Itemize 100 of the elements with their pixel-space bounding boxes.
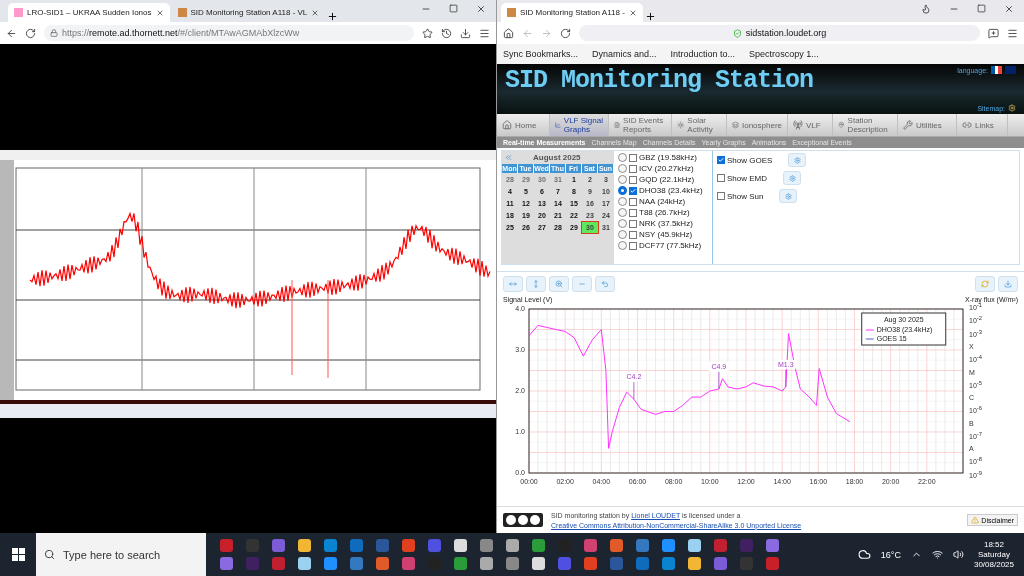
close-tab-icon[interactable] <box>155 8 164 17</box>
radio-button[interactable] <box>618 208 627 217</box>
app-icon[interactable] <box>584 557 597 570</box>
app-icon[interactable] <box>220 557 233 570</box>
app-icon[interactable] <box>714 539 727 552</box>
history-icon[interactable] <box>441 27 452 39</box>
taskbar-search-field[interactable]: Type here to search <box>36 533 206 576</box>
radio-button[interactable] <box>618 175 627 184</box>
app-icon[interactable] <box>766 539 779 552</box>
new-tab-icon[interactable] <box>327 11 339 22</box>
nav-tab[interactable]: SID Events Reports <box>609 114 672 136</box>
bookmark[interactable]: Sync Bookmarks... <box>503 49 579 59</box>
checkbox[interactable] <box>717 174 725 182</box>
refresh-button[interactable] <box>975 276 995 292</box>
gear-icon[interactable] <box>1008 104 1016 112</box>
app-icon[interactable] <box>324 557 337 570</box>
menu-icon[interactable] <box>1007 27 1018 39</box>
nav-tab[interactable]: Ionosphere <box>727 114 788 136</box>
checkbox[interactable] <box>629 164 637 173</box>
bookmark[interactable]: Dynamics and... <box>592 49 657 59</box>
close-icon[interactable] <box>476 3 486 14</box>
app-icon[interactable] <box>298 557 311 570</box>
app-icon[interactable] <box>272 539 285 552</box>
app-icon[interactable] <box>402 539 415 552</box>
back-icon[interactable] <box>6 27 17 39</box>
nav-tab[interactable]: Links <box>957 114 1008 136</box>
bookmark[interactable]: Introduction to... <box>670 49 736 59</box>
app-icon[interactable] <box>376 557 389 570</box>
checkbox[interactable] <box>629 197 637 206</box>
nav-tab[interactable]: VLF Signal Graphs <box>550 114 609 136</box>
reload-icon[interactable] <box>25 27 36 39</box>
app-icon[interactable] <box>220 539 233 552</box>
app-icon[interactable] <box>480 557 493 570</box>
checkbox[interactable] <box>629 241 637 250</box>
checkbox[interactable] <box>717 156 725 164</box>
browser-tab[interactable]: LRO-SID1 – UKRAA Sudden Ionos <box>8 3 170 22</box>
app-icon[interactable] <box>506 539 519 552</box>
flag-icon[interactable] <box>991 66 1002 74</box>
app-icon[interactable] <box>402 557 415 570</box>
browser-tab[interactable]: SID Monitoring Station A118 - <box>501 3 643 22</box>
home-icon[interactable] <box>503 27 514 39</box>
close-tab-icon[interactable] <box>628 8 637 17</box>
maximize-icon[interactable] <box>977 3 986 13</box>
checkbox[interactable] <box>629 230 637 239</box>
radio-button[interactable] <box>618 153 627 162</box>
favorite-icon[interactable] <box>422 27 433 39</box>
download-icon[interactable] <box>460 27 471 39</box>
pan-button[interactable] <box>503 276 523 292</box>
comment-icon[interactable] <box>988 27 999 39</box>
close-icon[interactable] <box>1004 3 1014 14</box>
checkbox[interactable] <box>629 175 637 184</box>
zoom-button[interactable] <box>549 276 569 292</box>
app-icon[interactable] <box>324 539 337 552</box>
app-icon[interactable] <box>454 557 467 570</box>
app-icon[interactable] <box>688 539 701 552</box>
app-icon[interactable] <box>714 557 727 570</box>
menu-icon[interactable] <box>479 27 490 39</box>
settings-button[interactable] <box>783 171 801 185</box>
app-icon[interactable] <box>688 557 701 570</box>
reload-icon[interactable] <box>560 27 571 39</box>
address-bar[interactable]: sidstation.loudet.org <box>579 25 980 41</box>
close-tab-icon[interactable] <box>311 8 320 17</box>
maximize-icon[interactable] <box>449 3 458 13</box>
radio-button[interactable] <box>618 164 627 173</box>
volume-icon[interactable] <box>952 549 964 560</box>
app-icon[interactable] <box>272 557 285 570</box>
app-icon[interactable] <box>480 539 493 552</box>
previous-month-icon[interactable] <box>504 153 513 162</box>
checkbox[interactable] <box>629 219 637 228</box>
checkbox[interactable] <box>629 208 637 217</box>
app-icon[interactable] <box>610 539 623 552</box>
address-bar[interactable]: https://remote.ad.thornett.net/#/client/MTAwAGMAbXlzcWw <box>44 25 414 41</box>
app-icon[interactable] <box>636 539 649 552</box>
radio-button[interactable] <box>618 197 627 206</box>
app-icon[interactable] <box>350 557 363 570</box>
app-icon[interactable] <box>610 557 623 570</box>
wifi-icon[interactable] <box>931 549 943 560</box>
nav-tab[interactable]: Solar Activity <box>672 114 727 136</box>
app-icon[interactable] <box>298 539 311 552</box>
checkbox[interactable] <box>717 192 725 200</box>
browser-tab[interactable]: SID Monitoring Station A118 - VL <box>171 3 326 22</box>
radio-button[interactable] <box>618 219 627 228</box>
app-icon[interactable] <box>766 557 779 570</box>
app-icon[interactable] <box>506 557 519 570</box>
settings-button[interactable] <box>779 189 798 203</box>
app-icon[interactable] <box>584 539 597 552</box>
undo-button[interactable] <box>595 276 615 292</box>
bookmark[interactable]: Spectroscopy 1... <box>749 49 819 59</box>
radio-button[interactable] <box>618 230 627 239</box>
checkbox[interactable] <box>629 186 637 195</box>
app-icon[interactable] <box>532 557 545 570</box>
app-icon[interactable] <box>350 539 363 552</box>
nav-tab[interactable]: Utilities <box>898 114 957 136</box>
nav-tab[interactable]: Station Description <box>833 114 898 136</box>
checkbox[interactable] <box>629 153 637 162</box>
settings-button[interactable] <box>788 153 807 167</box>
app-icon[interactable] <box>532 539 545 552</box>
app-icon[interactable] <box>558 557 571 570</box>
forward-icon[interactable] <box>541 27 552 39</box>
app-icon[interactable] <box>454 539 467 552</box>
